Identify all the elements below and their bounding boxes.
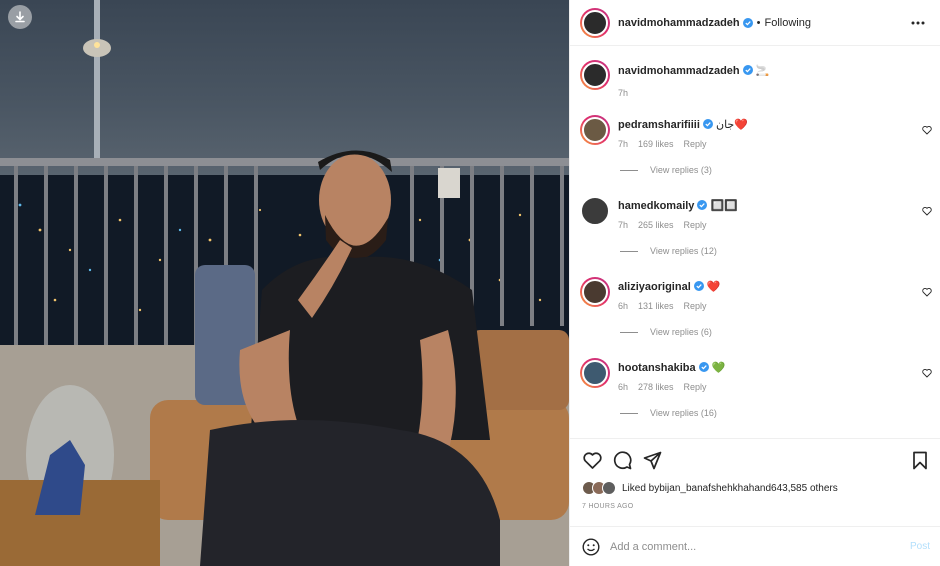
reply-button[interactable]: Reply [684,220,707,230]
like-button[interactable] [582,450,602,470]
post-header: navidmohammadzadeh • Following [570,0,940,46]
view-replies-button[interactable]: View replies (12) [620,246,717,256]
verified-icon [697,200,708,210]
comment-time: 6h [618,301,629,311]
bookmark-icon [913,451,927,469]
comment-likes[interactable]: 131 likes [638,301,674,311]
action-bar [582,449,930,471]
comment-username[interactable]: hamedkomaily [618,200,694,212]
comment-text: 🔲🔲 [710,200,738,212]
view-replies-label: View replies (6) [650,327,712,337]
likes-and: and [754,482,772,494]
comment-username[interactable]: hootanshakiba [618,362,696,374]
likes-others[interactable]: 643,585 others [771,483,838,494]
comment-meta: 7h 169 likes Reply [618,139,707,149]
heart-icon[interactable] [922,368,932,378]
verified-icon [693,281,704,291]
comment-item: aliziyaoriginal ❤️ 6h 131 likes Reply View… [580,277,932,347]
caption-text: 🚬 [755,65,770,77]
liker-avatars [582,481,616,495]
caption-avatar[interactable] [580,60,610,90]
replies-line [620,412,638,414]
comments-list[interactable]: navidmohammadzadeh 🚬 7h pedramsharifiiii… [570,46,940,438]
comment-text: 💚 [711,362,726,374]
comment-item: hamedkomaily 🔲🔲 7h 265 likes Reply View re… [580,196,932,266]
replies-line [620,331,638,333]
comment-time: 6h [618,382,629,392]
post-button[interactable]: Post [910,541,930,552]
comment-item: pedramsharifiiii جان❤️ 7h 169 likes Reply … [580,115,932,185]
reply-button[interactable]: Reply [684,301,707,311]
heart-icon[interactable] [922,206,932,216]
view-replies-label: View replies (16) [650,408,717,418]
comment-username[interactable]: aliziyaoriginal [618,281,691,293]
comment-username[interactable]: pedramsharifiiii [618,119,700,131]
heart-icon[interactable] [922,287,932,297]
more-options-button[interactable] [908,13,928,33]
share-button[interactable] [642,450,662,470]
likes-prefix: Liked by [622,482,660,494]
comment-text: ❤️ [706,281,721,293]
reply-button[interactable]: Reply [684,139,707,149]
header-separator: • [756,16,761,29]
comment-icon [613,450,632,469]
comment-likes[interactable]: 265 likes [638,220,674,230]
view-replies-button[interactable]: View replies (6) [620,327,712,337]
comment-meta: 7h 265 likes Reply [618,220,707,230]
view-replies-label: View replies (3) [650,165,712,175]
heart-icon [582,451,602,469]
comment-avatar[interactable] [580,358,610,388]
liker-username[interactable]: bijan_banafshehkhah [659,483,754,494]
photo-scene [0,0,569,566]
emoji-icon[interactable] [582,537,600,556]
replies-line [620,169,638,171]
comment-button[interactable] [612,450,632,470]
view-replies-button[interactable]: View replies (3) [620,165,712,175]
post-actions: Liked by bijan_banafshehkhah and 643,585… [570,438,940,526]
caption: navidmohammadzadeh 🚬 7h [580,60,932,100]
comment-time: 7h [618,220,629,230]
post-time-ago: 7 HOURS AGO [582,503,634,510]
caption-username[interactable]: navidmohammadzadeh [618,65,740,77]
download-button[interactable] [8,5,32,29]
author-username[interactable]: navidmohammadzadeh [618,17,740,29]
caption-meta: 7h [618,88,628,98]
comment-time: 7h [618,139,629,149]
add-comment-bar: Post [570,526,940,566]
comment-likes[interactable]: 278 likes [638,382,674,392]
comment-avatar[interactable] [580,196,610,226]
reply-button[interactable]: Reply [684,382,707,392]
verified-icon [742,65,753,75]
verified-icon [702,119,713,129]
following-button[interactable]: Following [765,17,811,29]
verified-icon [742,17,753,28]
view-replies-label: View replies (12) [650,246,717,256]
likes-summary: Liked by bijan_banafshehkhah and 643,585… [582,481,930,495]
comment-meta: 6h 278 likes Reply [618,382,707,392]
comment-likes[interactable]: 169 likes [638,139,674,149]
post-photo[interactable] [0,0,569,566]
liker-avatar [602,481,616,495]
heart-icon[interactable] [922,125,932,135]
post-side-panel: navidmohammadzadeh • Following navidmoha… [569,0,940,566]
comment-text: جان❤️ [715,119,748,131]
save-button[interactable] [910,450,930,470]
share-icon [643,451,661,469]
download-icon [15,11,25,23]
view-replies-button[interactable]: View replies (16) [620,408,717,418]
comment-meta: 6h 131 likes Reply [618,301,707,311]
comment-input[interactable] [610,540,910,553]
replies-line [620,250,638,252]
post-modal: navidmohammadzadeh • Following navidmoha… [0,0,940,566]
more-icon [911,21,925,24]
comment-avatar[interactable] [580,115,610,145]
caption-time: 7h [618,88,629,98]
comment-item: hootanshakiba 💚 6h 278 likes Reply View re… [580,358,932,428]
author-avatar[interactable] [580,7,610,38]
verified-icon [698,362,709,372]
comment-avatar[interactable] [580,277,610,307]
